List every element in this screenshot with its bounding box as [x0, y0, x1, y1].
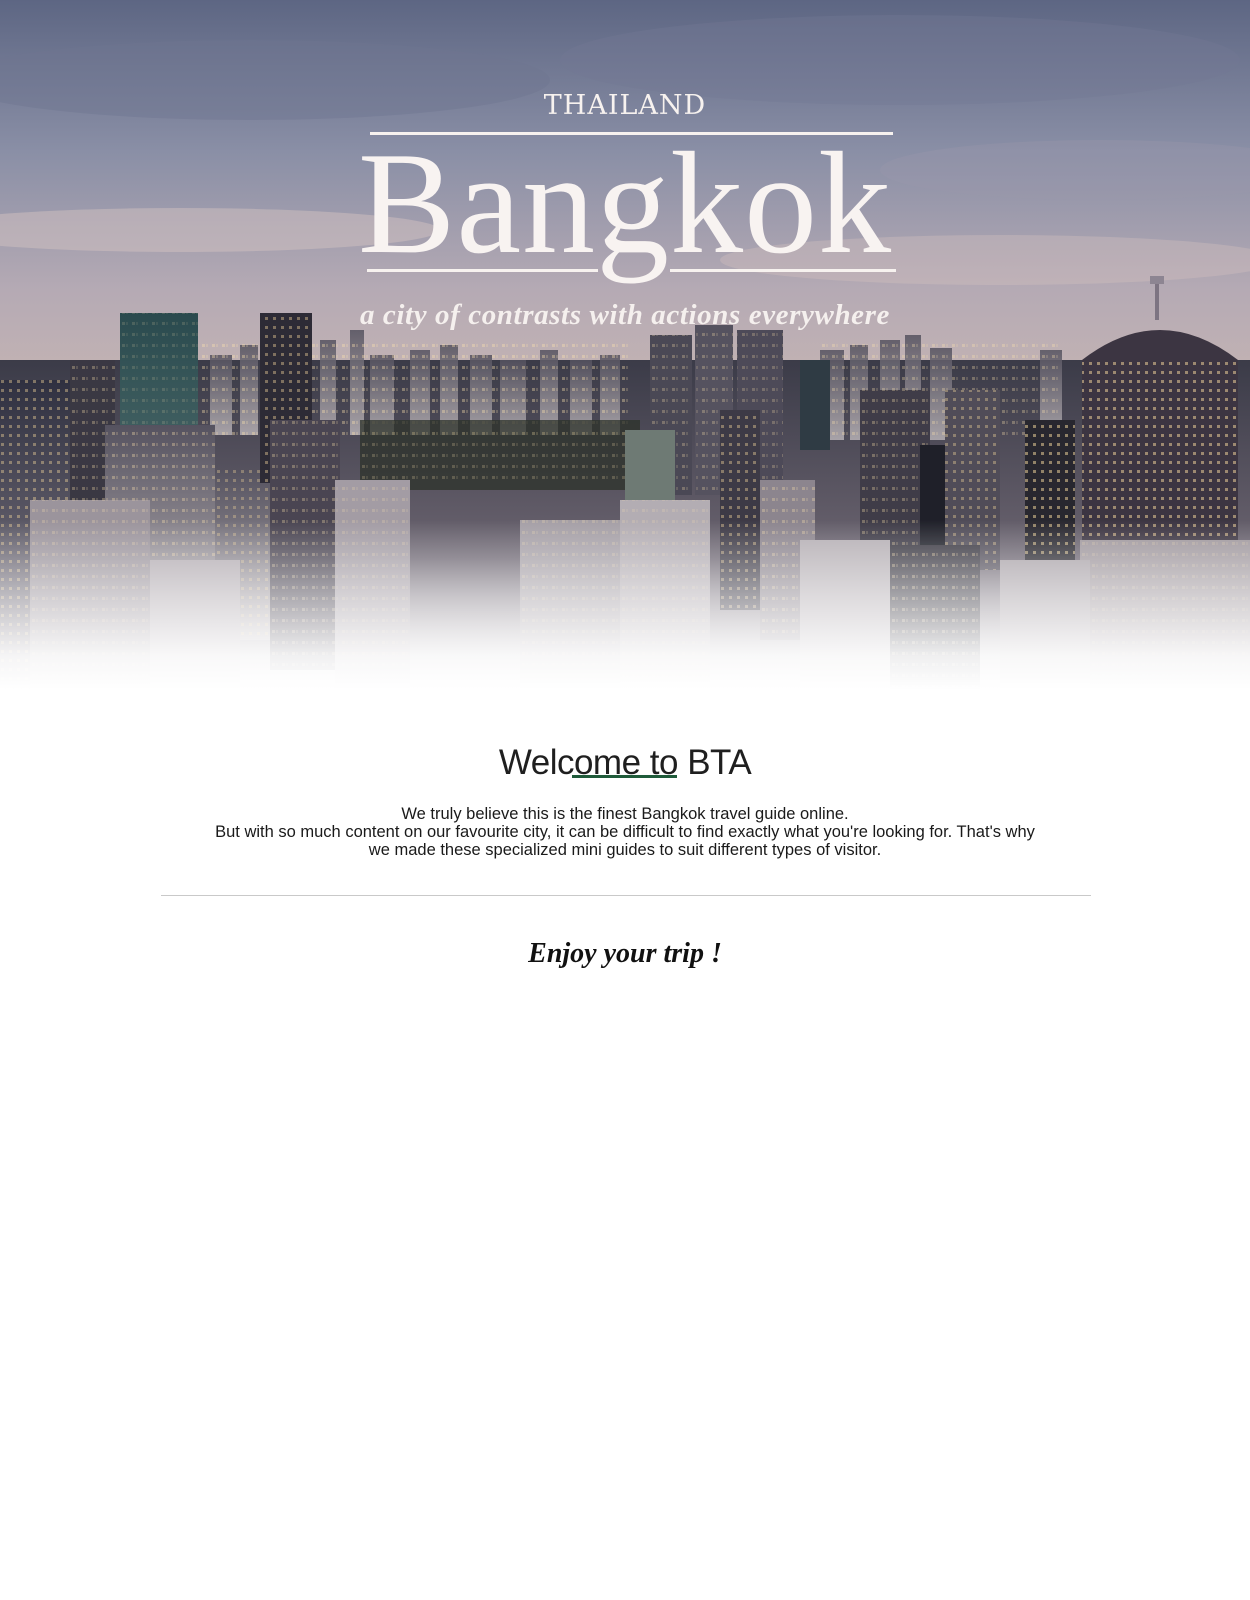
intro-line: We truly believe this is the finest Bang…: [401, 805, 849, 823]
hero-banner: THAILAND Bangkok a city of contrasts wit…: [0, 0, 1250, 690]
country-label: THAILAND: [543, 90, 707, 121]
city-tagline: a city of contrasts with actions everywh…: [359, 299, 891, 331]
section-divider: [161, 895, 1091, 896]
title-rule-bottom-right: [670, 269, 896, 272]
intro-text: We truly believe this is the finest Bang…: [150, 805, 1100, 859]
intro-line: But with so much content on our favourit…: [215, 823, 1035, 841]
closing-message: Enjoy your trip !: [528, 938, 722, 969]
heading-underline: [572, 775, 677, 778]
hero-title-block: THAILAND Bangkok a city of contrasts wit…: [0, 0, 1250, 360]
page: THAILAND Bangkok a city of contrasts wit…: [0, 0, 1250, 1600]
title-rule-bottom-left: [367, 269, 598, 272]
intro-line: we made these specialized mini guides to…: [368, 841, 882, 859]
hero-fade-overlay: [0, 520, 1250, 690]
city-title: Bangkok: [357, 122, 893, 284]
